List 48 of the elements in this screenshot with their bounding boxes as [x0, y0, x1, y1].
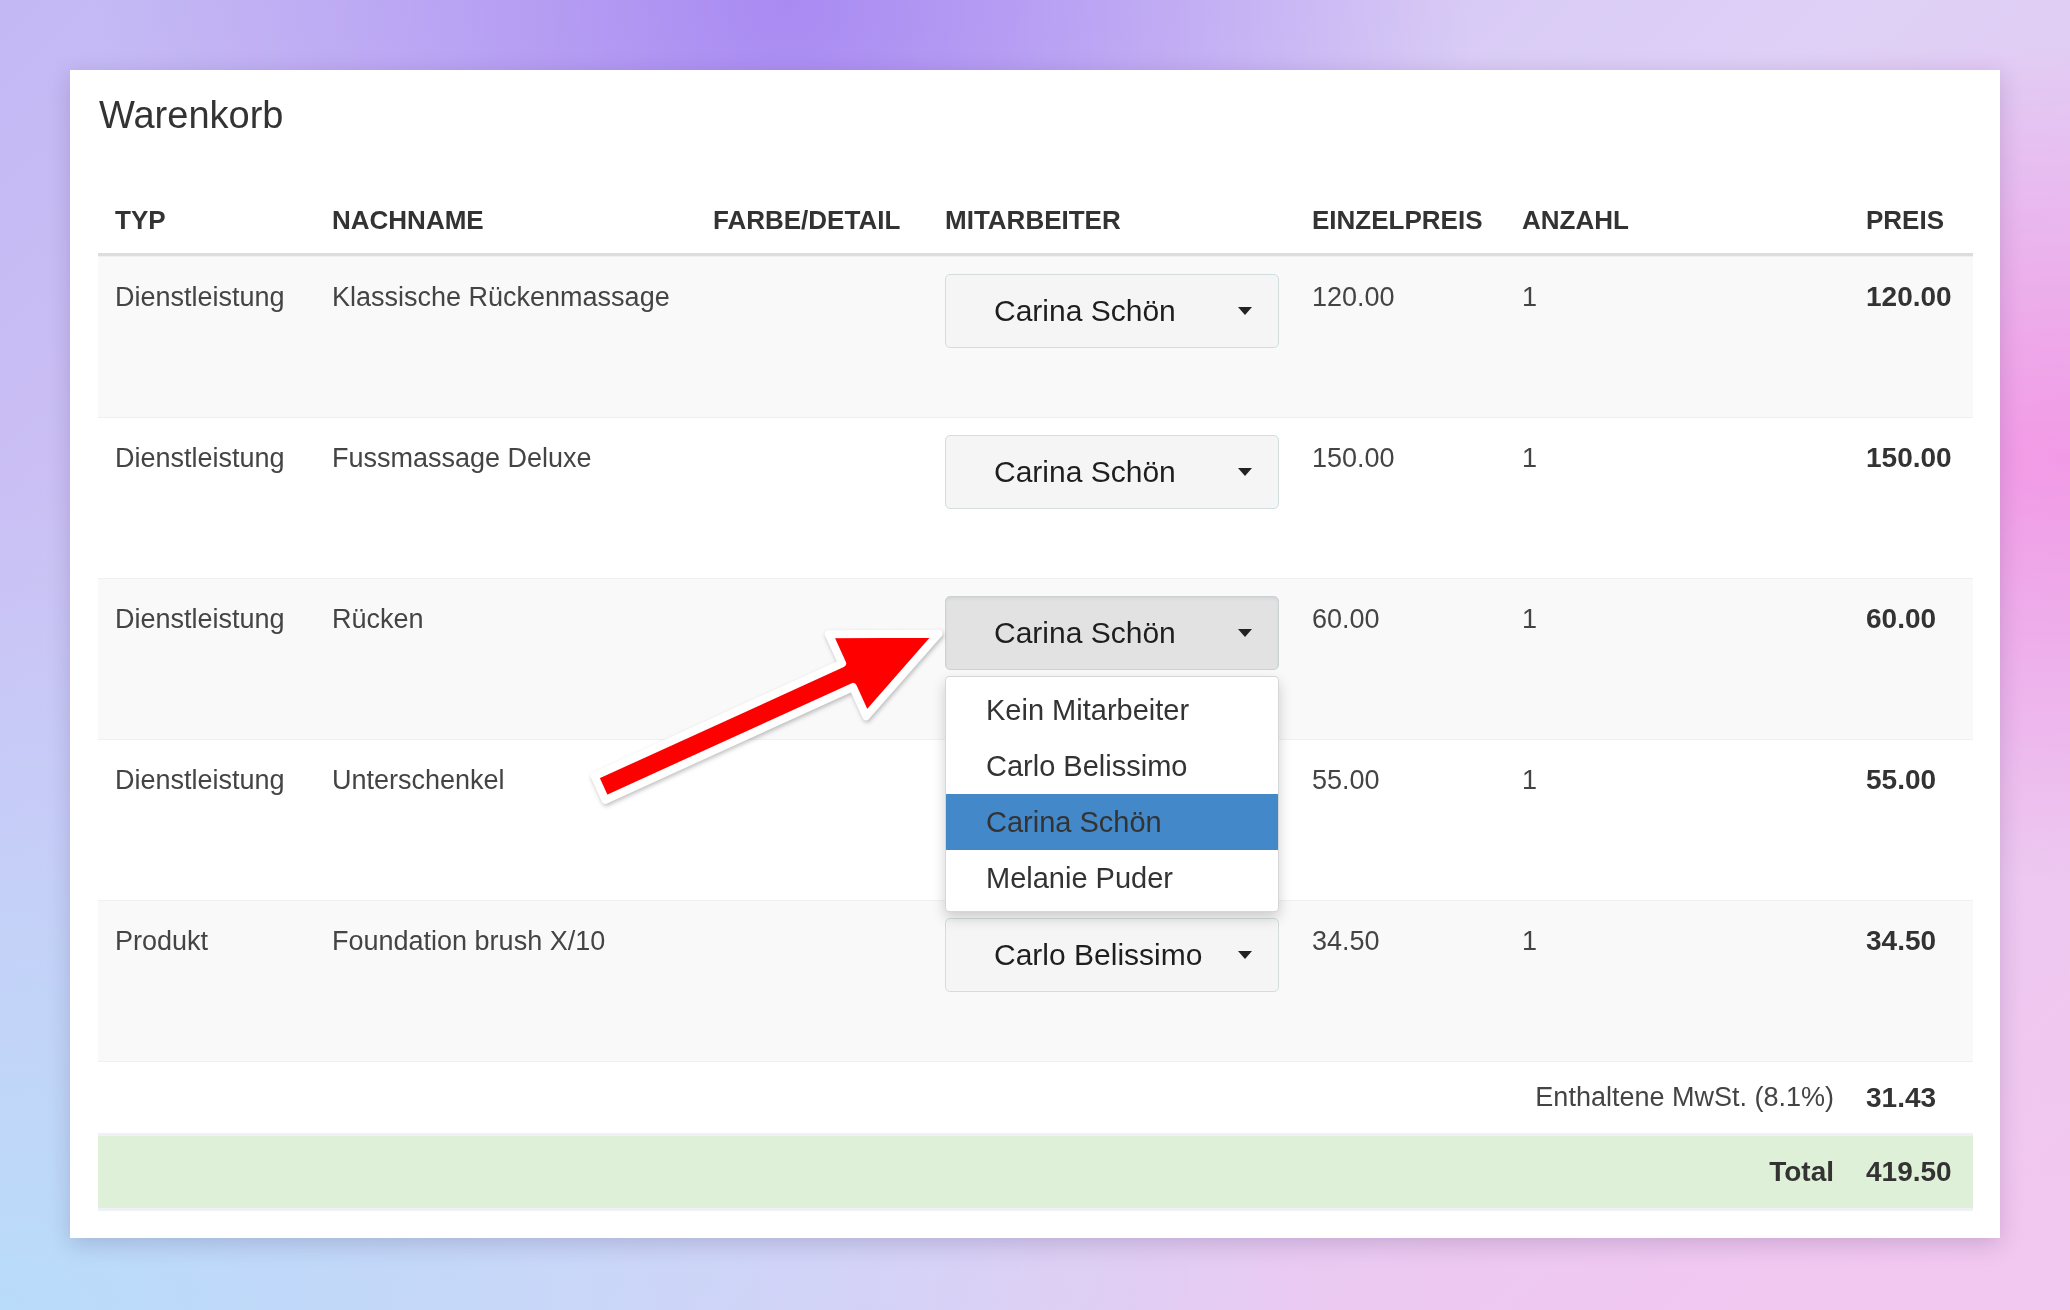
- item-name: Unterschenkel: [332, 765, 505, 795]
- column-header: PREIS: [1866, 205, 1945, 235]
- type-text: Produkt: [115, 926, 209, 956]
- item-name: Fussmassage Deluxe: [332, 443, 592, 473]
- quantity: 1: [1522, 443, 1538, 473]
- unit-price: 150.00: [1312, 443, 1395, 473]
- total-amount: 419.50: [1866, 1156, 1952, 1187]
- column-header: FARBE/DETAIL: [713, 205, 901, 235]
- type-text: Dienstleistung: [115, 604, 285, 634]
- line-total: 120.00: [1866, 281, 1952, 312]
- type-text: Dienstleistung: [115, 443, 285, 473]
- quantity: 1: [1522, 604, 1538, 634]
- total-label: Total: [1769, 1156, 1834, 1187]
- employee-select[interactable]: Carina Schön: [945, 435, 1279, 509]
- quantity: 1: [1522, 282, 1538, 312]
- caret-icon: [1238, 468, 1252, 476]
- item-name: Foundation brush X/10: [332, 926, 606, 956]
- quantity: 1: [1522, 926, 1538, 956]
- employee-select[interactable]: Carina Schön: [945, 274, 1279, 348]
- column-header: EINZELPREIS: [1312, 205, 1483, 235]
- dropdown-option[interactable]: Melanie Puder: [946, 850, 1278, 906]
- caret-icon: [1238, 951, 1252, 959]
- line-total: 150.00: [1866, 442, 1952, 473]
- item-name: Rücken: [332, 604, 424, 634]
- unit-price: 55.00: [1312, 765, 1380, 795]
- column-header: TYP: [115, 205, 166, 235]
- item-name: Klassische Rückenmassage: [332, 282, 670, 312]
- column-header: MITARBEITER: [945, 205, 1121, 235]
- unit-price: 120.00: [1312, 282, 1395, 312]
- employee-select[interactable]: Carina Schön: [945, 596, 1279, 670]
- caret-icon: [1238, 629, 1252, 637]
- dropdown-option[interactable]: Carlo Belissimo: [946, 738, 1278, 794]
- employee-select[interactable]: Carlo Belissimo: [945, 918, 1279, 992]
- cart-title: Warenkorb: [99, 93, 285, 138]
- unit-price: 60.00: [1312, 604, 1380, 634]
- tax-amount: 31.43: [1866, 1081, 1937, 1113]
- tax-label: Enthaltene MwSt. (8.1%): [1535, 1082, 1834, 1112]
- unit-price: 34.50: [1312, 926, 1380, 956]
- quantity: 1: [1522, 765, 1538, 795]
- line-total: 34.50: [1866, 925, 1937, 956]
- line-total: 60.00: [1866, 603, 1937, 634]
- column-header: ANZAHL: [1522, 205, 1629, 235]
- type-text: Dienstleistung: [115, 765, 285, 795]
- line-total: 55.00: [1866, 764, 1937, 795]
- type-text: Dienstleistung: [115, 282, 285, 312]
- column-header: NACHNAME: [332, 205, 484, 235]
- caret-icon: [1238, 307, 1252, 315]
- dropdown-option[interactable]: Kein Mitarbeiter: [946, 682, 1278, 738]
